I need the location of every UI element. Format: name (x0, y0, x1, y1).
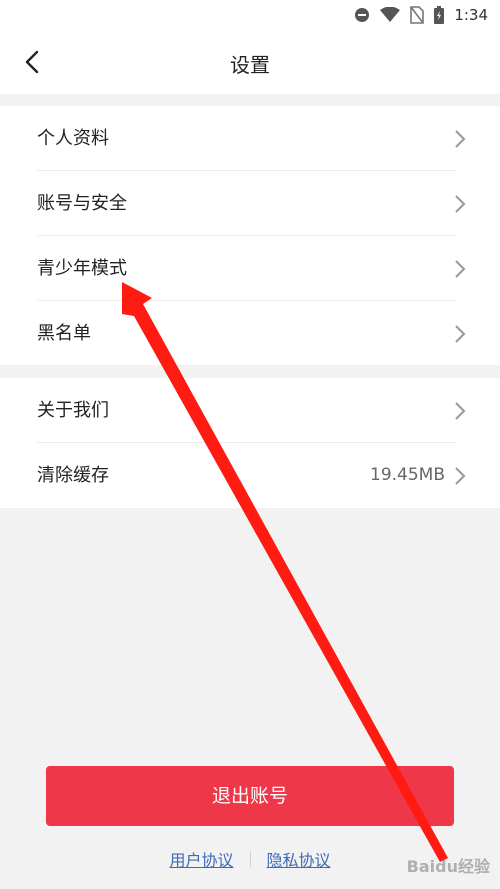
do-not-disturb-icon (354, 7, 370, 23)
page-title: 设置 (230, 53, 270, 77)
settings-item-profile[interactable]: 个人资料 (0, 106, 500, 171)
status-bar: 1:34 (0, 0, 500, 30)
footer-divider (249, 851, 251, 867)
chevron-right-icon (455, 402, 466, 420)
settings-item-label: 个人资料 (37, 128, 109, 149)
battery-icon (434, 6, 445, 24)
user-agreement-link[interactable]: 用户协议 (169, 847, 233, 871)
cache-size-value: 19.45MB (370, 465, 445, 485)
settings-group-app: 关于我们 清除缓存 19.45MB (0, 378, 500, 508)
wifi-icon (380, 7, 401, 23)
chevron-right-icon (455, 195, 466, 213)
privacy-policy-link[interactable]: 隐私协议 (267, 847, 331, 871)
settings-item-label: 青少年模式 (37, 258, 127, 279)
header: 设置 (0, 30, 500, 94)
settings-item-label: 黑名单 (37, 323, 91, 344)
logout-button[interactable]: 退出账号 (46, 766, 454, 826)
chevron-right-icon (455, 130, 466, 148)
settings-item-blacklist[interactable]: 黑名单 (0, 301, 500, 366)
settings-item-label: 清除缓存 (37, 465, 109, 486)
settings-item-account-security[interactable]: 账号与安全 (0, 171, 500, 236)
chevron-right-icon (455, 325, 466, 343)
settings-item-clear-cache[interactable]: 清除缓存 19.45MB (0, 443, 500, 508)
watermark-logo: Baidu经验 (406, 857, 490, 876)
status-time: 1:34 (454, 6, 488, 24)
settings-item-label: 账号与安全 (37, 193, 127, 214)
chevron-right-icon (455, 260, 466, 278)
settings-group-account: 个人资料 账号与安全 青少年模式 黑名单 (0, 106, 500, 365)
no-sim-icon (410, 6, 425, 24)
settings-item-about-us[interactable]: 关于我们 (0, 378, 500, 443)
settings-item-youth-mode[interactable]: 青少年模式 (0, 236, 500, 301)
settings-item-label: 关于我们 (37, 400, 109, 421)
chevron-right-icon (455, 467, 466, 485)
